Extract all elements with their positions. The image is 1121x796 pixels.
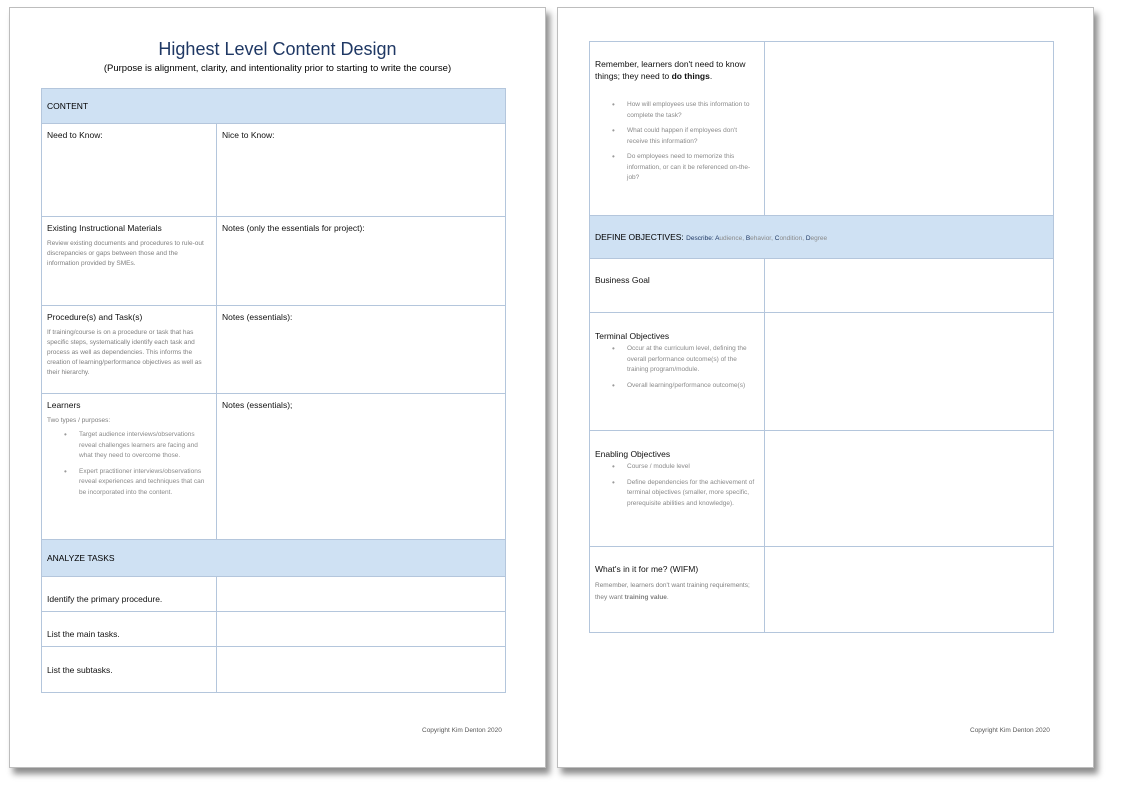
remember-bullet: How will employees use this information … bbox=[612, 100, 759, 121]
terminal-bullet: Overall learning/performance outcome(s) bbox=[612, 381, 759, 392]
define-objectives-header: DEFINE OBJECTIVES: Describe: Audience, B… bbox=[589, 215, 1054, 259]
objectives-table: Remember, learners don't need to know th… bbox=[589, 41, 1054, 633]
remember-bullet-list: How will employees use this information … bbox=[595, 100, 759, 184]
business-goal-label: Business Goal bbox=[595, 275, 650, 285]
remember-cell: Remember, learners don't need to know th… bbox=[589, 41, 765, 216]
enabling-objectives-cell: Enabling Objectives Course / module leve… bbox=[589, 430, 765, 547]
task-row-main-tasks: List the main tasks. bbox=[41, 611, 217, 647]
content-section-header: CONTENT bbox=[41, 88, 506, 124]
nice-to-know-cell[interactable]: Nice to Know: bbox=[216, 123, 506, 217]
wifm-hint: Remember, learners don't want training r… bbox=[595, 582, 750, 601]
enabling-bullet: Define dependencies for the achievement … bbox=[612, 478, 759, 510]
existing-materials-cell: Existing Instructional Materials Review … bbox=[41, 216, 217, 306]
wifm-label: What's in it for me? (WIFM) bbox=[595, 564, 699, 574]
task-row-label: List the subtasks. bbox=[47, 664, 113, 675]
remember-bullet: What could happen if employees don't rec… bbox=[612, 126, 759, 147]
learners-bullet: Target audience interviews/observations … bbox=[64, 430, 211, 462]
terminal-objectives-input[interactable] bbox=[764, 312, 1054, 431]
wifm-input[interactable] bbox=[764, 546, 1054, 633]
task-row-subtasks: List the subtasks. bbox=[41, 646, 217, 693]
task-row-input[interactable] bbox=[216, 576, 506, 612]
procedure-tasks-hint: If training/course is on a procedure or … bbox=[47, 329, 202, 376]
enabling-objectives-label: Enabling Objectives bbox=[595, 449, 671, 459]
learners-cell: Learners Two types / purposes: Target au… bbox=[41, 393, 217, 540]
enabling-bullet-list: Course / module level Define dependencie… bbox=[595, 462, 759, 509]
notes-project-label: Notes (only the essentials for project): bbox=[222, 223, 365, 233]
task-row-label: List the main tasks. bbox=[47, 628, 120, 639]
remember-notes-cell[interactable] bbox=[764, 41, 1054, 216]
need-to-know-label: Need to Know: bbox=[47, 130, 103, 140]
nice-to-know-label: Nice to Know: bbox=[222, 130, 275, 140]
procedure-tasks-label: Procedure(s) and Task(s) bbox=[47, 312, 143, 322]
notes-essentials-cell-2[interactable]: Notes (essentials); bbox=[216, 393, 506, 540]
document-page-2: Remember, learners don't need to know th… bbox=[557, 7, 1094, 768]
abcd-description: Describe: Audience, Behavior, Condition,… bbox=[686, 235, 828, 242]
wifm-cell: What's in it for me? (WIFM) Remember, le… bbox=[589, 546, 765, 633]
notes-project-cell[interactable]: Notes (only the essentials for project): bbox=[216, 216, 506, 306]
analyze-tasks-header: ANALYZE TASKS bbox=[41, 539, 506, 577]
existing-materials-label: Existing Instructional Materials bbox=[47, 223, 162, 233]
terminal-bullet: Occur at the curriculum level, defining … bbox=[612, 344, 759, 376]
task-row-label: Identify the primary procedure. bbox=[47, 593, 163, 604]
copyright-footer: Copyright Kim Denton 2020 bbox=[422, 727, 502, 734]
learners-bullet: Expert practitioner interviews/observati… bbox=[64, 467, 211, 499]
document-page-1: Highest Level Content Design (Purpose is… bbox=[9, 7, 546, 768]
terminal-bullet-list: Occur at the curriculum level, defining … bbox=[595, 344, 759, 391]
task-row-input[interactable] bbox=[216, 611, 506, 647]
enabling-bullet: Course / module level bbox=[612, 462, 759, 473]
notes-essentials-cell-1[interactable]: Notes (essentials): bbox=[216, 305, 506, 394]
content-design-table: CONTENT Need to Know: Nice to Know: Exis… bbox=[41, 88, 506, 693]
learners-label: Learners bbox=[47, 400, 81, 410]
task-row-input[interactable] bbox=[216, 646, 506, 693]
task-row-primary-procedure: Identify the primary procedure. bbox=[41, 576, 217, 612]
remember-bullet: Do employees need to memorize this infor… bbox=[612, 152, 759, 184]
existing-materials-hint: Review existing documents and procedures… bbox=[47, 240, 204, 267]
procedure-tasks-cell: Procedure(s) and Task(s) If training/cou… bbox=[41, 305, 217, 394]
document-title: Highest Level Content Design bbox=[158, 39, 397, 59]
document-subtitle: (Purpose is alignment, clarity, and inte… bbox=[103, 63, 452, 74]
business-goal-input[interactable] bbox=[764, 258, 1054, 313]
learners-bullet-list: Target audience interviews/observations … bbox=[47, 430, 211, 498]
enabling-objectives-input[interactable] bbox=[764, 430, 1054, 547]
learners-hint: Two types / purposes: bbox=[47, 417, 111, 424]
terminal-objectives-cell: Terminal Objectives Occur at the curricu… bbox=[589, 312, 765, 431]
need-to-know-cell[interactable]: Need to Know: bbox=[41, 123, 217, 217]
define-objectives-title: DEFINE OBJECTIVES: bbox=[595, 232, 684, 242]
notes-essentials-label-2: Notes (essentials); bbox=[222, 400, 293, 410]
copyright-footer: Copyright Kim Denton 2020 bbox=[970, 727, 1050, 734]
notes-essentials-label-1: Notes (essentials): bbox=[222, 312, 293, 322]
terminal-objectives-label: Terminal Objectives bbox=[595, 331, 670, 341]
remember-text: Remember, learners don't need to know th… bbox=[595, 59, 746, 81]
business-goal-cell: Business Goal bbox=[589, 258, 765, 313]
